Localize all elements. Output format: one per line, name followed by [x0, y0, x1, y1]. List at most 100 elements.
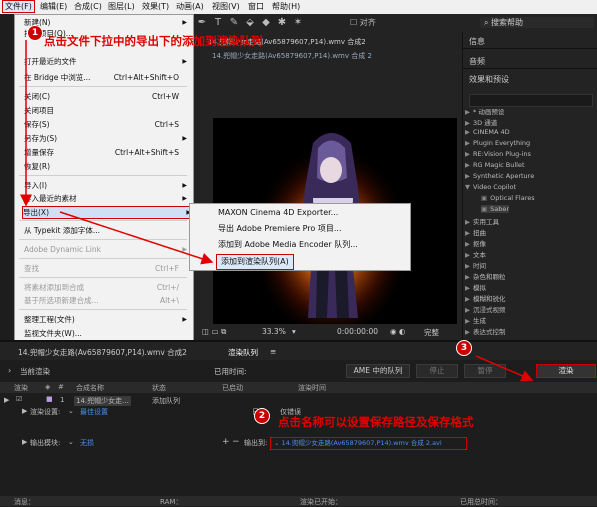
effects-tree-item[interactable]: ▼ Video Copilot	[465, 183, 516, 191]
chevron-down-icon[interactable]: ⌄	[68, 407, 74, 415]
menu-window[interactable]: 窗口	[248, 1, 264, 12]
render-queue-item[interactable]: ▶ ☑ ■ 1 14.兜帽少女走... 添加队列	[0, 395, 597, 406]
effects-tree-item[interactable]: ▶ 杂色和颗粒	[465, 271, 506, 281]
pin-tool-icon[interactable]: ✶	[292, 17, 304, 29]
menu-item-revert[interactable]: 恢复(R)	[24, 161, 189, 172]
col-render[interactable]: 渲染	[14, 383, 28, 393]
submenu-media-encoder[interactable]: 添加到 Adobe Media Encoder 队列...	[218, 238, 358, 252]
effects-tree-item[interactable]: ▶ 3D 通道	[465, 117, 497, 127]
effects-tree-item[interactable]: ▶ 实用工具	[465, 216, 499, 226]
pause-button[interactable]: 暂停	[464, 364, 506, 378]
render-checkbox[interactable]: ☑	[16, 395, 22, 403]
effects-tree-item[interactable]: ▶ 表达式控制	[465, 326, 506, 336]
menu-item-close-project[interactable]: 关闭项目	[24, 105, 189, 116]
menu-item-typekit[interactable]: 从 Typekit 添加字体...	[24, 225, 189, 236]
col-comp-name[interactable]: 合成名称	[76, 383, 104, 393]
text-tool-icon[interactable]: T	[212, 17, 224, 29]
menu-item-find[interactable]: 查找 Ctrl+F	[24, 263, 189, 274]
current-render-expand[interactable]: ›	[8, 366, 11, 375]
col-tag-icon[interactable]: ◈	[45, 383, 50, 391]
output-module-value[interactable]: 无损	[80, 438, 94, 448]
output-path-link[interactable]: ⌄ 14.兜帽少女走路(Av65879607,P14).wmv 合成 2.avi	[270, 437, 467, 450]
roto-tool-icon[interactable]: ✱	[276, 17, 288, 29]
panel-menu-icon[interactable]: ≡	[270, 347, 276, 356]
effects-tree-item[interactable]: ▶ 生成	[465, 315, 486, 325]
composition-breadcrumb[interactable]: 14.兜帽少女走路(Av65879607,P14).wmv 合成 2	[212, 51, 372, 61]
stamp-tool-icon[interactable]: ⬙	[244, 17, 256, 29]
menu-item-increment-save[interactable]: 增量保存 Ctrl+Alt+Shift+S	[24, 147, 189, 158]
snapshot-icon[interactable]: ◉ ◐	[390, 327, 405, 336]
ame-queue-button[interactable]: AME 中的队列	[346, 364, 410, 378]
col-started[interactable]: 已启动	[222, 383, 243, 393]
effects-tree-item[interactable]: ▶ 文本	[465, 249, 486, 259]
menu-item-watch-folder[interactable]: 监视文件夹(W)...	[24, 328, 189, 339]
remove-output-icon[interactable]: −	[232, 437, 240, 447]
brush-tool-icon[interactable]: ✎	[228, 17, 240, 29]
effects-tree-item[interactable]: ▶ 沉浸式视频	[465, 304, 506, 314]
expand-icon[interactable]: ▶	[4, 396, 9, 404]
menu-item-export[interactable]: 导出(X)▶	[22, 206, 194, 219]
timecode[interactable]: 0:00:00:00	[337, 327, 378, 336]
snap-toggle[interactable]: ☐ 对齐	[350, 17, 376, 28]
menu-view[interactable]: 视图(V)	[212, 1, 240, 12]
menu-file[interactable]: 文件(F)	[2, 0, 35, 13]
effects-tree-item[interactable]: ▶ 扭曲	[465, 227, 486, 237]
queue-comp-name[interactable]: 14.兜帽少女走...	[74, 396, 131, 406]
zoom-dropdown-icon[interactable]: ▾	[292, 327, 296, 336]
expand-icon[interactable]: ▶	[22, 407, 27, 415]
resolution-quality[interactable]: 完整	[424, 327, 439, 338]
effects-tree-item[interactable]: ▶ Synthetic Aperture	[465, 172, 534, 180]
effects-panel-title[interactable]: 效果和预设	[469, 74, 509, 85]
menu-item-open-recent[interactable]: 打开最近的文件 ▶	[24, 56, 189, 67]
info-panel-title[interactable]: 信息	[469, 36, 485, 47]
effects-tree-item-selected[interactable]: ▣ Saber	[481, 205, 510, 213]
effects-tree-item[interactable]: ▶ RG Magic Bullet	[465, 161, 525, 169]
menu-layer[interactable]: 图层(L)	[108, 1, 135, 12]
menu-item-new[interactable]: 新建(N) ▶	[24, 17, 189, 28]
menu-item-close[interactable]: 关闭(C) Ctrl+W	[24, 91, 189, 102]
menu-help[interactable]: 帮助(H)	[272, 1, 300, 12]
search-help-input[interactable]: ⌕ 搜索帮助	[480, 17, 594, 28]
col-render-time[interactable]: 渲染时间	[298, 383, 326, 393]
add-output-icon[interactable]: +	[222, 437, 230, 447]
effects-tree-item[interactable]: ▶ 模拟	[465, 282, 486, 292]
menu-item-browse-bridge[interactable]: 在 Bridge 中浏览... Ctrl+Alt+Shift+O	[24, 72, 189, 83]
label-color-swatch[interactable]: ■	[46, 395, 53, 403]
pen-tool-icon[interactable]: ✒	[196, 17, 208, 29]
menu-item-save[interactable]: 保存(S) Ctrl+S	[24, 119, 189, 130]
zoom-level[interactable]: 33.3%	[262, 327, 286, 336]
menu-animation[interactable]: 动画(A)	[176, 1, 204, 12]
menu-item-dynamic-link[interactable]: Adobe Dynamic Link ▶	[24, 244, 189, 255]
tab-composition-timeline[interactable]: 14.兜帽少女走路(Av65879607,P14).wmv 合成2	[18, 347, 187, 358]
submenu-premiere-export[interactable]: 导出 Adobe Premiere Pro 项目...	[218, 222, 342, 236]
expand-icon[interactable]: ▶	[22, 438, 27, 446]
render-settings-value[interactable]: 最佳设置	[80, 407, 108, 417]
menu-item-add-footage[interactable]: 将素材添加到合成 Ctrl+/	[24, 282, 189, 293]
submenu-c4d-exporter[interactable]: MAXON Cinema 4D Exporter...	[218, 206, 338, 220]
effects-tree-item[interactable]: ▶ 时间	[465, 260, 486, 270]
col-number[interactable]: #	[58, 383, 64, 391]
effects-tree-item[interactable]: ▶ * 动画预设	[465, 106, 504, 116]
submenu-add-to-render-queue[interactable]: 添加到渲染队列(A)	[216, 254, 294, 270]
effects-tree-item[interactable]: ▶ CINEMA 4D	[465, 128, 510, 136]
audio-panel-title[interactable]: 音频	[469, 56, 485, 67]
effects-tree-item[interactable]: ▶ 模糊和锐化	[465, 293, 506, 303]
stop-button[interactable]: 停止	[416, 364, 458, 378]
menu-composition[interactable]: 合成(C)	[74, 1, 102, 12]
menu-edit[interactable]: 编辑(E)	[40, 1, 67, 12]
effects-tree-item[interactable]: ▶ Plugin Everything	[465, 139, 530, 147]
viewer-options-icon[interactable]: ◫ ▭ ⧉	[202, 327, 226, 337]
menu-item-save-as[interactable]: 另存为(S) ▶	[24, 133, 189, 144]
chevron-down-icon[interactable]: ⌄	[68, 438, 74, 446]
eraser-tool-icon[interactable]: ◆	[260, 17, 272, 29]
menu-item-import[interactable]: 导入(I) ▶	[24, 180, 189, 191]
menu-effect[interactable]: 效果(T)	[142, 1, 169, 12]
tab-render-queue[interactable]: 渲染队列	[228, 347, 258, 358]
menu-item-import-recent[interactable]: 导入最近的素材 ▶	[24, 193, 189, 204]
col-status[interactable]: 状态	[152, 383, 166, 393]
menu-item-dependencies[interactable]: 整理工程(文件) ▶	[24, 314, 189, 325]
effects-tree-item[interactable]: ▶ 抠像	[465, 238, 486, 248]
effects-tree-item[interactable]: ▣ Optical Flares	[481, 194, 535, 202]
effects-tree-item[interactable]: ▶ RE:Vision Plug-ins	[465, 150, 531, 158]
menu-item-new-comp-from-selection[interactable]: 基于所选项新建合成... Alt+\	[24, 295, 189, 306]
